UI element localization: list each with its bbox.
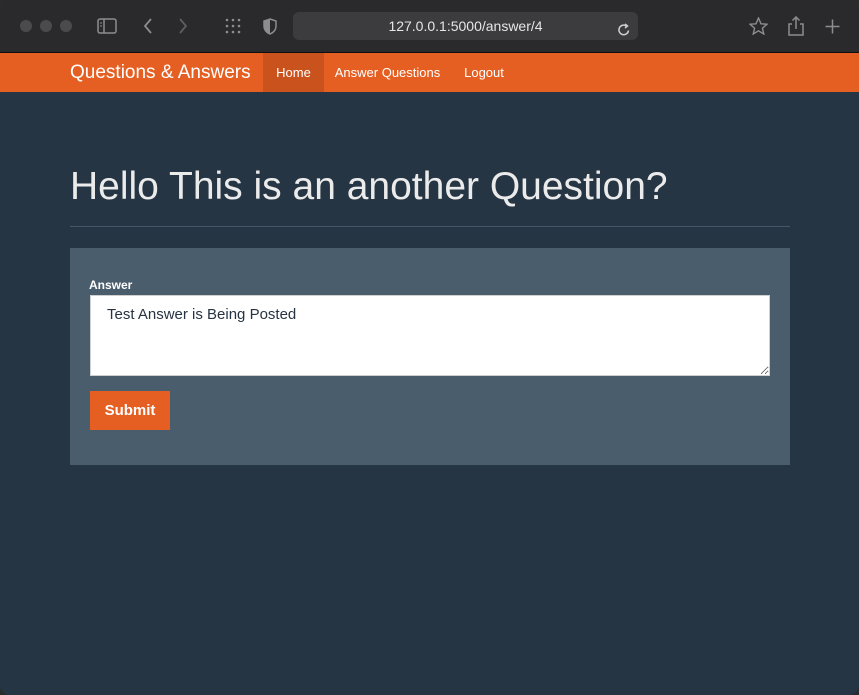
browser-toolbar: 127.0.0.1:5000/answer/4 bbox=[0, 0, 859, 53]
back-icon[interactable] bbox=[140, 14, 156, 38]
browser-window: 127.0.0.1:5000/answer/4 Questions & Answ… bbox=[0, 0, 859, 695]
answer-form: Answer Test Answer is Being Posted Submi… bbox=[70, 248, 790, 465]
brand-link[interactable]: Questions & Answers bbox=[70, 53, 251, 92]
nav-item-logout[interactable]: Logout bbox=[457, 53, 511, 92]
answer-textarea[interactable]: Test Answer is Being Posted bbox=[90, 295, 770, 376]
address-bar[interactable]: 127.0.0.1:5000/answer/4 bbox=[293, 12, 638, 40]
share-icon[interactable] bbox=[787, 14, 805, 38]
new-tab-icon[interactable] bbox=[824, 14, 840, 38]
submit-button[interactable]: Submit bbox=[90, 391, 170, 430]
site-navbar: Questions & Answers Home Answer Question… bbox=[0, 53, 859, 92]
url-text: 127.0.0.1:5000/answer/4 bbox=[388, 18, 543, 34]
zoom-window-button[interactable] bbox=[60, 20, 72, 32]
question-title: Hello This is an another Question? bbox=[70, 165, 668, 208]
nav-item-home[interactable]: Home bbox=[263, 53, 324, 92]
close-window-button[interactable] bbox=[20, 20, 32, 32]
title-divider bbox=[70, 226, 790, 227]
bookmark-star-icon[interactable] bbox=[748, 14, 768, 38]
forward-icon[interactable] bbox=[175, 14, 191, 38]
answer-label: Answer bbox=[89, 278, 133, 292]
reload-icon[interactable] bbox=[617, 18, 631, 46]
minimize-window-button[interactable] bbox=[40, 20, 52, 32]
tab-overview-icon[interactable] bbox=[222, 14, 244, 38]
sidebar-toggle-icon[interactable] bbox=[96, 14, 118, 38]
nav-item-answer-questions[interactable]: Answer Questions bbox=[330, 53, 445, 92]
privacy-shield-icon[interactable] bbox=[262, 14, 278, 38]
